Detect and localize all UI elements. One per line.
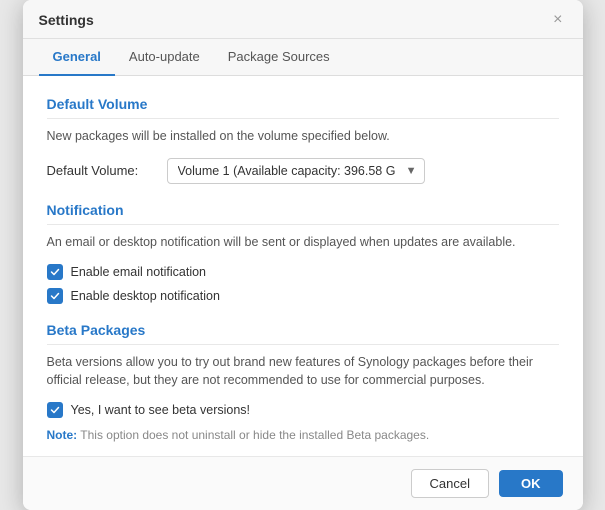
beta-note: Note: This option does not uninstall or … (47, 426, 559, 444)
section-notification: Notification An email or desktop notific… (47, 202, 559, 304)
beta-checkbox-row[interactable]: Yes, I want to see beta versions! (47, 402, 559, 418)
ok-button[interactable]: OK (499, 470, 563, 497)
note-content: This option does not uninstall or hide t… (77, 428, 429, 442)
dialog-title: Settings (39, 12, 94, 38)
tab-package-sources[interactable]: Package Sources (214, 39, 344, 76)
beta-checkbox-icon (47, 402, 63, 418)
email-checkbox-icon (47, 264, 63, 280)
volume-select-wrapper: Volume 1 (Available capacity: 396.58 G ▼ (167, 158, 425, 184)
desktop-checkbox-icon (47, 288, 63, 304)
beta-packages-title: Beta Packages (47, 322, 559, 345)
note-label: Note: (47, 428, 78, 442)
email-notification-row[interactable]: Enable email notification (47, 264, 559, 280)
settings-dialog: Settings × General Auto-update Package S… (23, 0, 583, 510)
default-volume-desc: New packages will be installed on the vo… (47, 127, 559, 146)
dialog-footer: Cancel OK (23, 456, 583, 510)
notification-desc: An email or desktop notification will be… (47, 233, 559, 252)
desktop-notification-row[interactable]: Enable desktop notification (47, 288, 559, 304)
default-volume-title: Default Volume (47, 96, 559, 119)
tab-auto-update[interactable]: Auto-update (115, 39, 214, 76)
beta-label: Yes, I want to see beta versions! (71, 403, 251, 417)
volume-select[interactable]: Volume 1 (Available capacity: 396.58 G (167, 158, 425, 184)
dialog-titlebar: Settings × (23, 0, 583, 39)
tab-general[interactable]: General (39, 39, 115, 76)
dialog-body: Default Volume New packages will be inst… (23, 76, 583, 456)
close-button[interactable]: × (549, 12, 566, 28)
tab-bar: General Auto-update Package Sources (23, 39, 583, 76)
section-default-volume: Default Volume New packages will be inst… (47, 96, 559, 184)
beta-packages-desc: Beta versions allow you to try out brand… (47, 353, 559, 391)
section-beta-packages: Beta Packages Beta versions allow you to… (47, 322, 559, 445)
default-volume-field-row: Default Volume: Volume 1 (Available capa… (47, 158, 559, 184)
desktop-notification-label: Enable desktop notification (71, 289, 220, 303)
default-volume-label: Default Volume: (47, 163, 157, 178)
notification-title: Notification (47, 202, 559, 225)
cancel-button[interactable]: Cancel (411, 469, 489, 498)
email-notification-label: Enable email notification (71, 265, 207, 279)
